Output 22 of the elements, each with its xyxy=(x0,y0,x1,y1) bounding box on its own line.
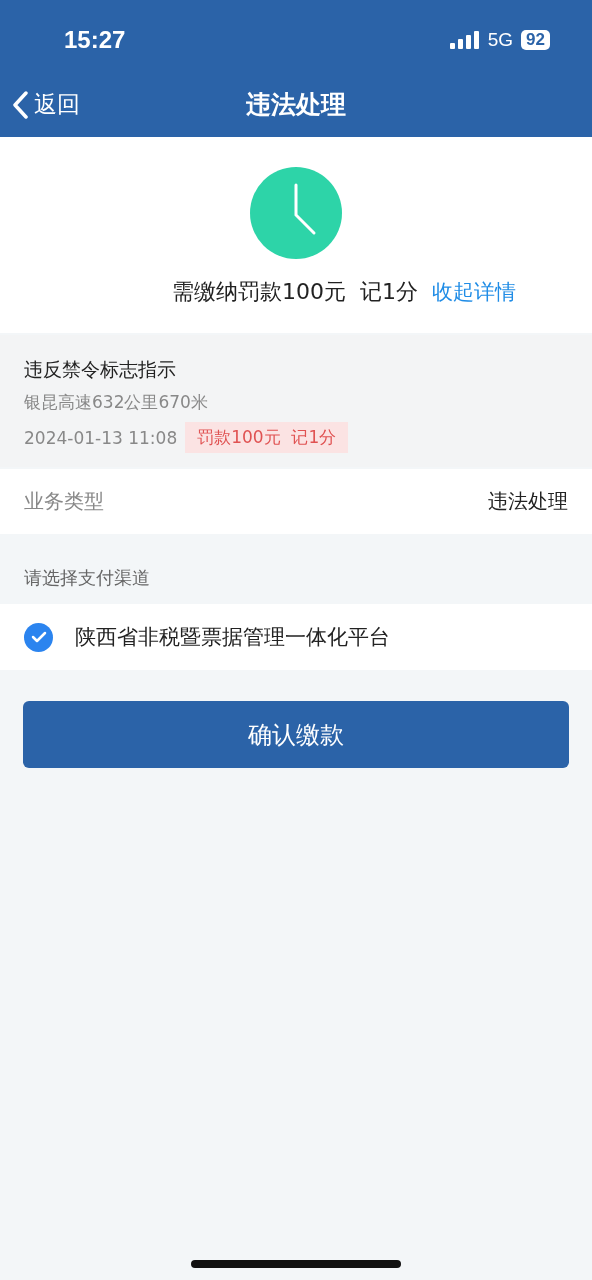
payment-option-label: 陕西省非税暨票据管理一体化平台 xyxy=(75,624,390,651)
business-label: 业务类型 xyxy=(24,488,104,515)
fine-amount: 需缴纳罚款100元 xyxy=(172,278,346,306)
violation-time: 2024-01-13 11:08 xyxy=(24,427,178,448)
back-chevron-icon[interactable] xyxy=(12,90,28,119)
penalty-points: 记1分 xyxy=(360,278,418,306)
status-time: 15:27 xyxy=(64,26,126,54)
signal-icon xyxy=(449,31,480,49)
clock-icon xyxy=(250,167,342,259)
violation-title: 违反禁令标志指示 xyxy=(24,357,177,382)
payment-section-title: 请选择支付渠道 xyxy=(23,566,151,590)
business-value: 违法处理 xyxy=(488,488,568,515)
penalty-tag: 罚款100元 记1分 xyxy=(185,422,349,453)
payment-option[interactable]: 陕西省非税暨票据管理一体化平台 xyxy=(0,604,592,670)
page-title: 违法处理 xyxy=(246,89,346,121)
confirm-payment-button[interactable]: 确认缴款 xyxy=(23,701,569,768)
battery-level: 92 xyxy=(521,30,550,50)
collapse-details-link[interactable]: 收起详情 xyxy=(432,278,516,306)
back-button[interactable]: 返回 xyxy=(0,89,80,120)
network-label: 5G xyxy=(487,29,514,51)
violation-location: 银昆高速632公里670米 xyxy=(24,391,209,414)
radio-check-icon[interactable] xyxy=(24,622,53,652)
